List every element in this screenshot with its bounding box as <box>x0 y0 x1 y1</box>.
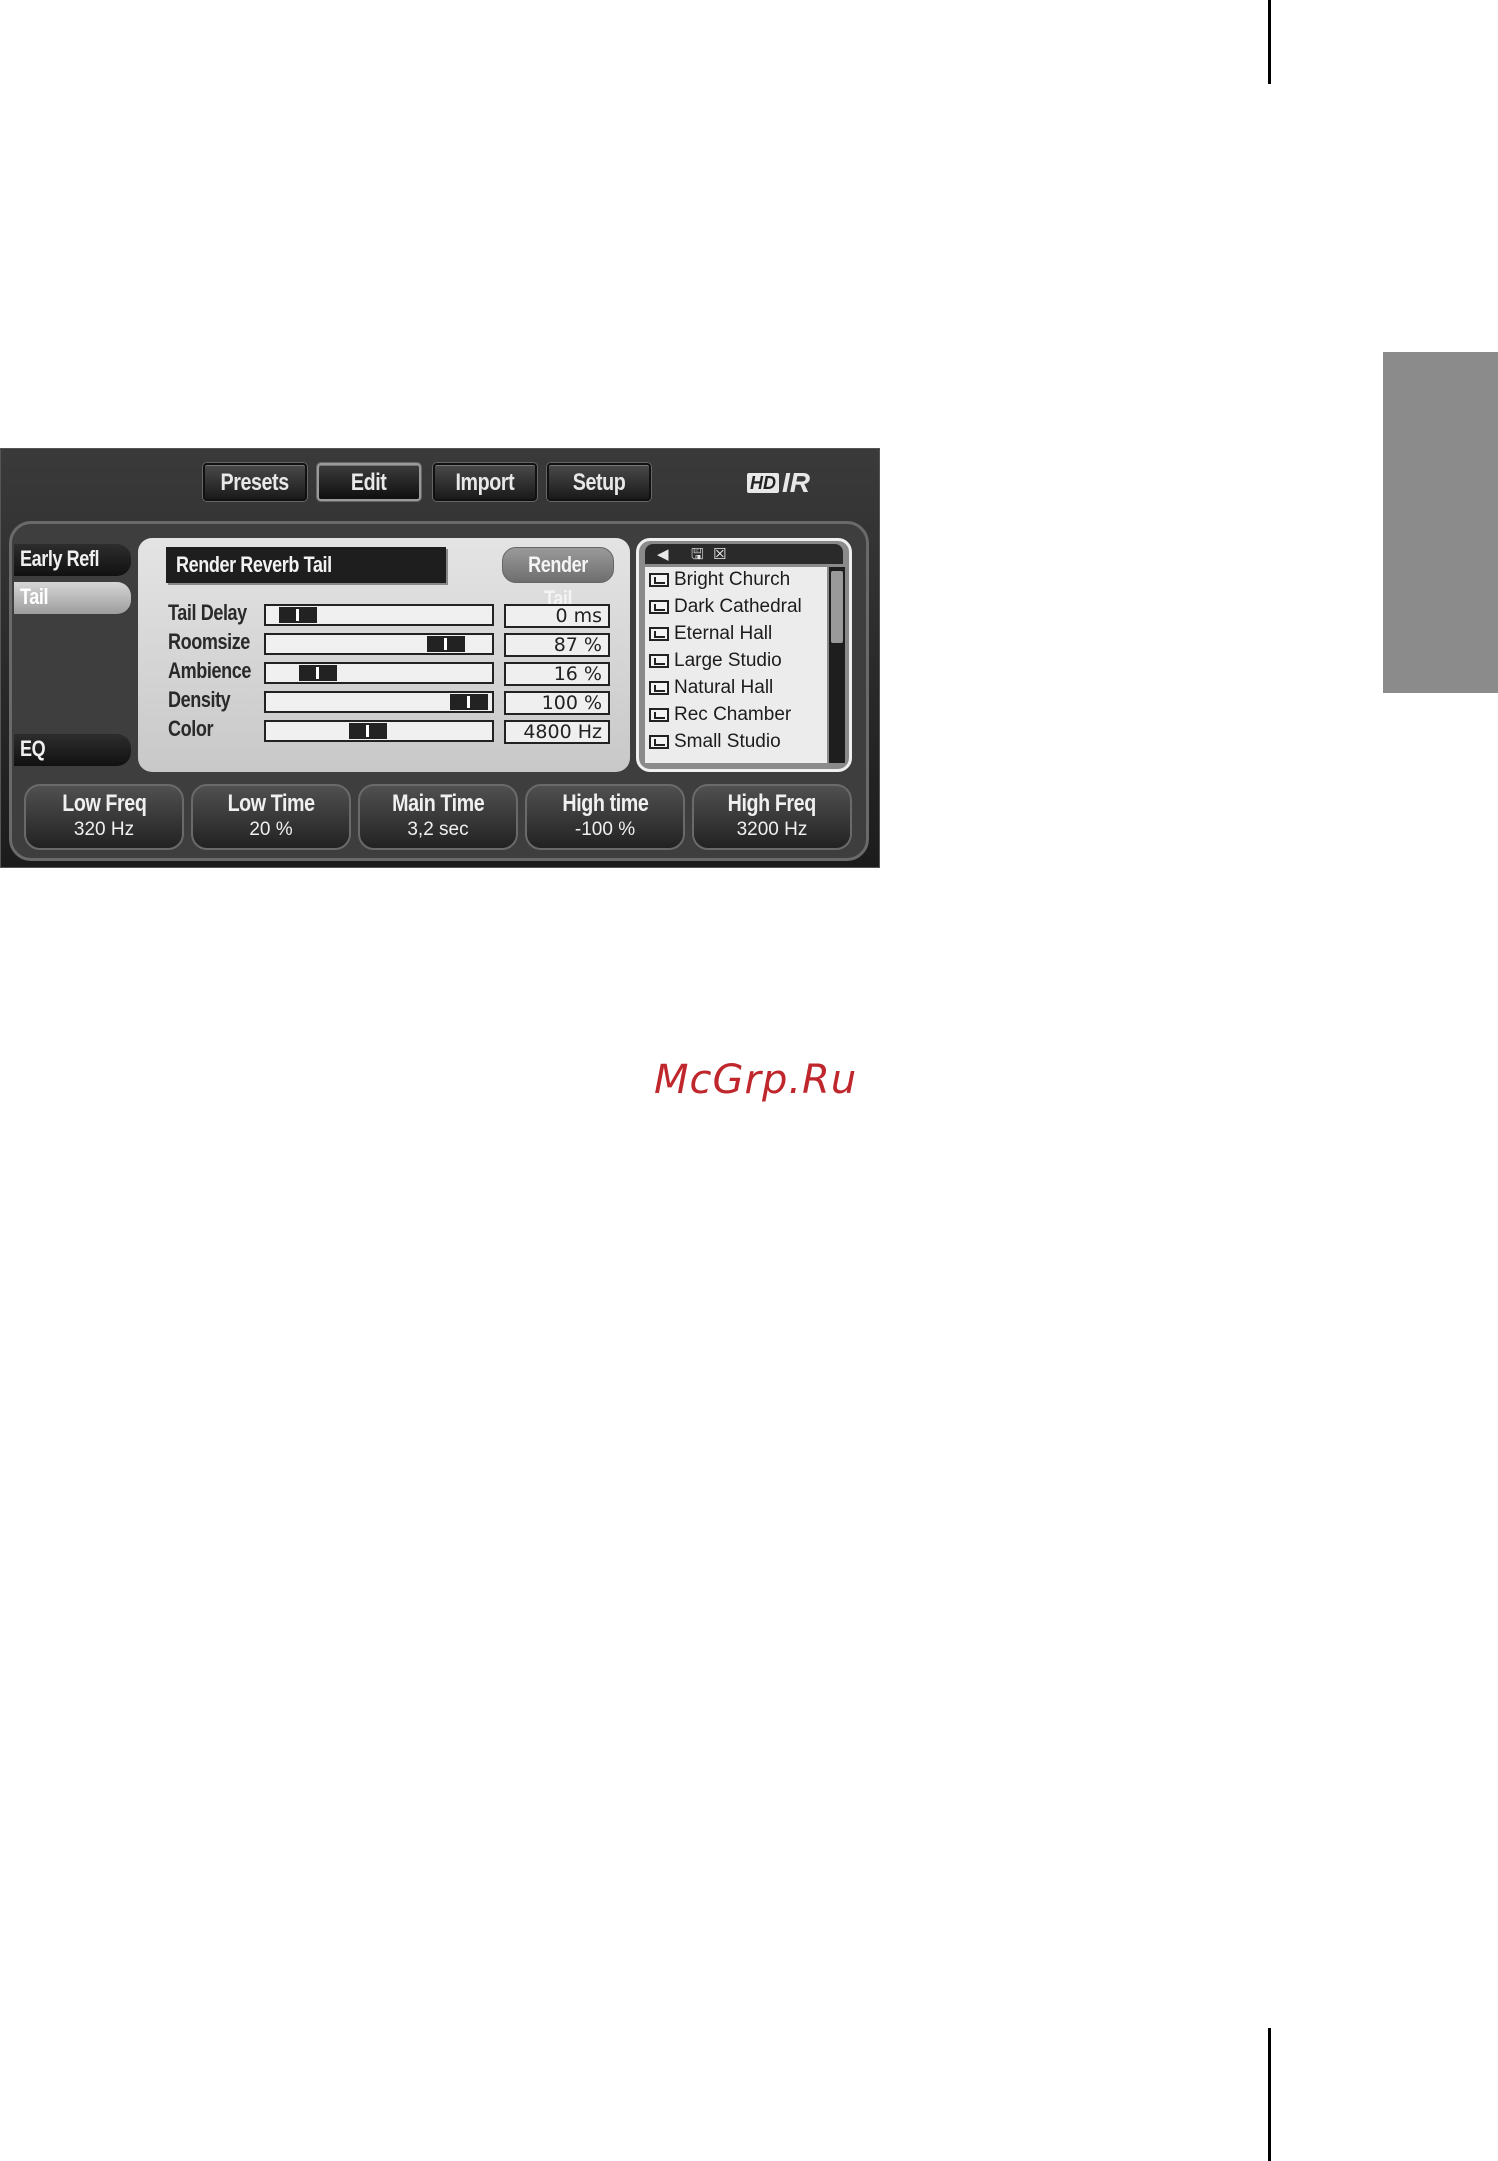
impulse-file-icon <box>649 708 669 722</box>
render-tail-button[interactable]: Render Tail <box>502 547 614 611</box>
impulse-file-icon <box>649 681 669 695</box>
high-time-knob[interactable]: High time -100 % <box>525 784 685 850</box>
browser-scrollbar[interactable] <box>829 567 845 763</box>
low-time-knob[interactable]: Low Time 20 % <box>191 784 351 850</box>
impulse-file-icon <box>649 573 669 587</box>
list-item[interactable]: Small Studio <box>649 729 781 755</box>
preset-list: Bright Church Dark Cathedral Eternal Hal… <box>645 567 827 763</box>
tail-editor-panel: Render Reverb Tail Render Tail Tail Dela… <box>138 538 630 772</box>
crop-mark-bottom <box>1268 2028 1271 2161</box>
section-early-refl[interactable]: Early Refl <box>14 544 131 576</box>
slider-handle[interactable] <box>298 665 337 681</box>
crop-mark-top <box>1268 0 1271 84</box>
main-time-knob[interactable]: Main Time 3,2 sec <box>358 784 518 850</box>
low-freq-knob[interactable]: Low Freq 320 Hz <box>24 784 184 850</box>
save-icon[interactable]: 🖫 <box>691 545 704 563</box>
list-item[interactable]: Eternal Hall <box>649 621 772 647</box>
param-label: Ambience <box>168 658 251 683</box>
impulse-file-icon <box>649 600 669 614</box>
roomsize-value[interactable]: 87 % <box>504 633 610 657</box>
high-freq-knob[interactable]: High Freq 3200 Hz <box>692 784 852 850</box>
tail-delay-slider[interactable] <box>264 604 494 626</box>
section-eq[interactable]: EQ <box>14 734 131 766</box>
close-icon[interactable]: ☒ <box>713 545 726 563</box>
density-slider[interactable] <box>264 691 494 713</box>
color-slider[interactable] <box>264 720 494 742</box>
panel-title: Render Reverb Tail <box>166 547 446 583</box>
logo-text: IR <box>782 467 810 498</box>
slider-handle[interactable] <box>450 694 488 710</box>
ambience-slider[interactable] <box>264 662 494 684</box>
edit-button[interactable]: Edit <box>317 463 421 501</box>
slider-handle[interactable] <box>349 723 388 739</box>
list-item[interactable]: Bright Church <box>649 567 790 593</box>
color-value[interactable]: 4800 Hz <box>504 720 610 744</box>
param-label: Color <box>168 716 214 741</box>
param-label: Roomsize <box>168 629 250 654</box>
impulse-file-icon <box>649 735 669 749</box>
param-label: Tail Delay <box>168 600 247 625</box>
setup-button[interactable]: Setup <box>547 463 651 501</box>
side-tab <box>1383 352 1498 693</box>
preset-browser: ◀ 🖫 ☒ Bright Church Dark Cathedral Etern… <box>636 538 852 772</box>
back-icon[interactable]: ◀ <box>657 545 669 563</box>
hdir-logo: HD IR <box>747 467 810 498</box>
slider-handle[interactable] <box>279 607 317 623</box>
impulse-file-icon <box>649 627 669 641</box>
import-button[interactable]: Import <box>433 463 537 501</box>
browser-toolbar: ◀ 🖫 ☒ <box>645 544 843 564</box>
ambience-value[interactable]: 16 % <box>504 662 610 686</box>
slider-handle[interactable] <box>426 636 465 652</box>
logo-badge: HD <box>747 473 779 493</box>
list-item[interactable]: Dark Cathedral <box>649 594 802 620</box>
param-label: Density <box>168 687 231 712</box>
list-item[interactable]: Rec Chamber <box>649 702 791 728</box>
presets-button[interactable]: Presets <box>203 463 307 501</box>
impulse-file-icon <box>649 654 669 668</box>
list-item[interactable]: Natural Hall <box>649 675 773 701</box>
scroll-thumb[interactable] <box>831 571 843 643</box>
section-tail[interactable]: Tail <box>14 582 131 614</box>
watermark: McGrp.Ru <box>654 1057 858 1103</box>
list-item[interactable]: Large Studio <box>649 648 782 674</box>
density-value[interactable]: 100 % <box>504 691 610 715</box>
roomsize-slider[interactable] <box>264 633 494 655</box>
tail-delay-value[interactable]: 0 ms <box>504 604 610 628</box>
